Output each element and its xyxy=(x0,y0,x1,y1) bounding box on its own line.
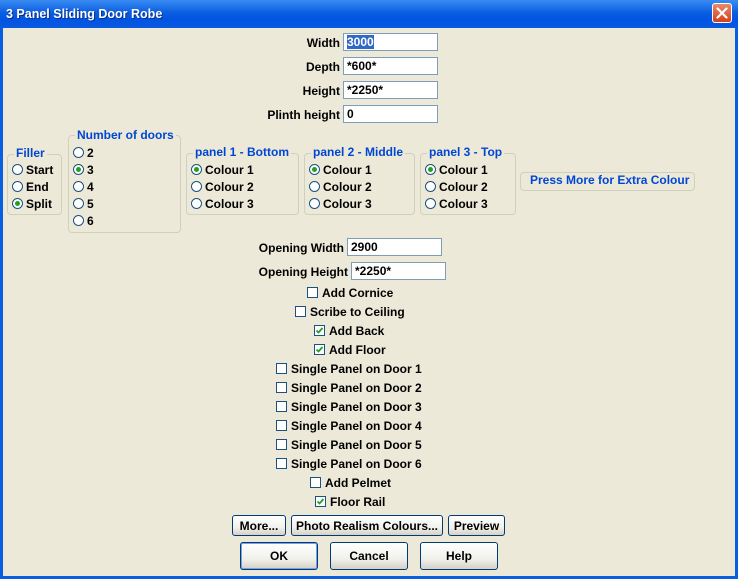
radio-icon xyxy=(73,198,84,209)
checkbox-checked-icon xyxy=(315,496,326,507)
checkbox-icon xyxy=(276,420,287,431)
panel3-group-title: panel 3 - Top xyxy=(427,145,505,159)
height-label: Height xyxy=(302,84,340,98)
checkbox-icon xyxy=(276,363,287,374)
radio-icon xyxy=(425,198,436,209)
single-panel-door4-checkbox[interactable]: Single Panel on Door 4 xyxy=(276,419,422,435)
panel1-group-title: panel 1 - Bottom xyxy=(193,145,292,159)
close-button[interactable] xyxy=(712,3,732,23)
radio-icon xyxy=(425,181,436,192)
radio-icon xyxy=(73,147,84,158)
ok-button[interactable]: OK xyxy=(240,542,318,570)
opening-width-label: Opening Width xyxy=(258,241,344,255)
window-title: 3 Panel Sliding Door Robe xyxy=(6,7,163,21)
width-label: Width xyxy=(306,36,340,50)
checkbox-icon xyxy=(295,306,306,317)
opening-width-input[interactable]: 2900 xyxy=(347,238,442,256)
window-frame-left xyxy=(0,28,3,579)
depth-input[interactable]: *600* xyxy=(343,57,438,75)
depth-label: Depth xyxy=(306,60,340,74)
doors-group-title: Number of doors xyxy=(75,128,176,142)
checkbox-icon xyxy=(307,287,318,298)
panel2-option-colour3[interactable]: Colour 3 xyxy=(309,197,372,213)
panel3-option-colour2[interactable]: Colour 2 xyxy=(425,180,488,196)
radio-selected-icon xyxy=(73,164,84,175)
checkbox-checked-icon xyxy=(314,325,325,336)
radio-icon xyxy=(73,181,84,192)
filler-option-split[interactable]: Split xyxy=(12,197,52,213)
radio-selected-icon xyxy=(309,164,320,175)
radio-icon xyxy=(191,181,202,192)
panel1-option-colour2[interactable]: Colour 2 xyxy=(191,180,254,196)
checkbox-icon xyxy=(276,439,287,450)
opening-height-label: Opening Height xyxy=(258,265,348,279)
plinth-height-label: Plinth height xyxy=(267,108,340,122)
filler-option-start[interactable]: Start xyxy=(12,163,53,179)
single-panel-door5-checkbox[interactable]: Single Panel on Door 5 xyxy=(276,438,422,454)
close-icon xyxy=(716,7,728,19)
panel2-group-title: panel 2 - Middle xyxy=(311,145,406,159)
checkbox-icon xyxy=(310,477,321,488)
checkmark-icon xyxy=(315,327,324,334)
single-panel-door6-checkbox[interactable]: Single Panel on Door 6 xyxy=(276,457,422,473)
single-panel-door1-checkbox[interactable]: Single Panel on Door 1 xyxy=(276,362,422,378)
opening-height-input[interactable]: *2250* xyxy=(351,262,446,280)
panel1-option-colour3[interactable]: Colour 3 xyxy=(191,197,254,213)
help-button[interactable]: Help xyxy=(420,542,498,570)
title-bar: 3 Panel Sliding Door Robe xyxy=(0,0,738,28)
panel2-option-colour2[interactable]: Colour 2 xyxy=(309,180,372,196)
radio-icon xyxy=(191,198,202,209)
checkmark-icon xyxy=(316,498,325,505)
single-panel-door3-checkbox[interactable]: Single Panel on Door 3 xyxy=(276,400,422,416)
checkbox-icon xyxy=(276,401,287,412)
radio-icon xyxy=(309,181,320,192)
checkbox-checked-icon xyxy=(314,344,325,355)
add-pelmet-checkbox[interactable]: Add Pelmet xyxy=(310,476,391,492)
checkbox-icon xyxy=(276,382,287,393)
width-input[interactable]: 3000 xyxy=(343,33,438,51)
extra-colour-note: Press More for Extra Colour xyxy=(520,172,695,191)
add-back-checkbox[interactable]: Add Back xyxy=(314,324,384,340)
filler-group-title: Filler xyxy=(14,146,47,160)
cancel-button[interactable]: Cancel xyxy=(330,542,408,570)
radio-icon xyxy=(12,164,23,175)
panel3-option-colour1[interactable]: Colour 1 xyxy=(425,163,488,179)
doors-option-6[interactable]: 6 xyxy=(73,214,94,230)
panel2-option-colour1[interactable]: Colour 1 xyxy=(309,163,372,179)
more-button[interactable]: More... xyxy=(232,515,286,536)
radio-icon xyxy=(12,181,23,192)
checkbox-icon xyxy=(276,458,287,469)
plinth-height-input[interactable]: 0 xyxy=(343,105,438,123)
floor-rail-checkbox[interactable]: Floor Rail xyxy=(315,495,385,511)
doors-option-5[interactable]: 5 xyxy=(73,197,94,213)
radio-icon xyxy=(309,198,320,209)
radio-selected-icon xyxy=(425,164,436,175)
panel1-option-colour1[interactable]: Colour 1 xyxy=(191,163,254,179)
scribe-to-ceiling-checkbox[interactable]: Scribe to Ceiling xyxy=(295,305,405,321)
radio-selected-icon xyxy=(191,164,202,175)
width-value: 3000 xyxy=(347,35,374,49)
doors-option-3[interactable]: 3 xyxy=(73,163,94,179)
doors-option-4[interactable]: 4 xyxy=(73,180,94,196)
filler-option-end[interactable]: End xyxy=(12,180,49,196)
radio-selected-icon xyxy=(12,198,23,209)
add-cornice-checkbox[interactable]: Add Cornice xyxy=(307,286,393,302)
preview-button[interactable]: Preview xyxy=(448,515,505,536)
doors-option-2[interactable]: 2 xyxy=(73,146,94,162)
radio-icon xyxy=(73,215,84,226)
height-input[interactable]: *2250* xyxy=(343,81,438,99)
add-floor-checkbox[interactable]: Add Floor xyxy=(314,343,386,359)
single-panel-door2-checkbox[interactable]: Single Panel on Door 2 xyxy=(276,381,422,397)
checkmark-icon xyxy=(315,346,324,353)
panel3-option-colour3[interactable]: Colour 3 xyxy=(425,197,488,213)
photo-realism-colours-button[interactable]: Photo Realism Colours... xyxy=(291,515,443,536)
